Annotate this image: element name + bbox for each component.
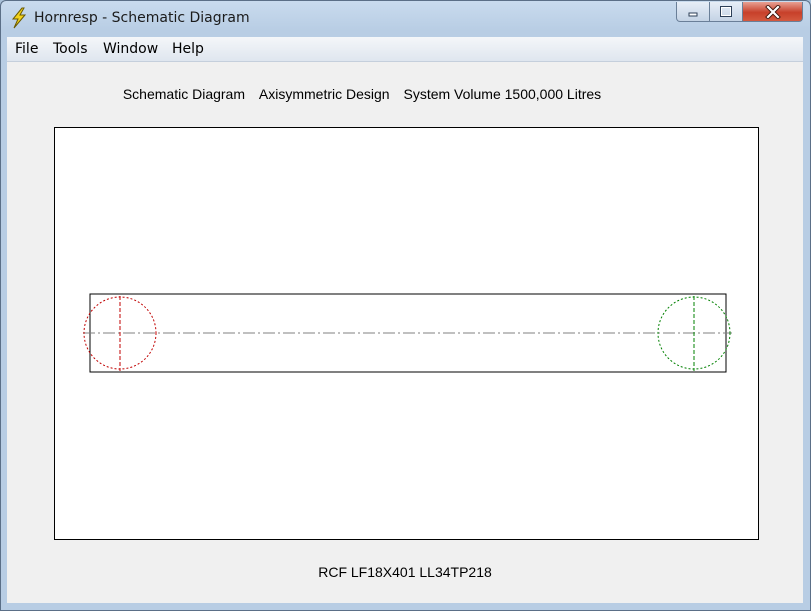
menu-file[interactable]: File xyxy=(15,41,38,57)
heading-system-volume: System Volume 1500,000 Litres xyxy=(403,86,602,102)
menu-tools[interactable]: Tools xyxy=(53,41,88,57)
schematic-diagram xyxy=(83,293,732,373)
driver-label: RCF LF18X401 LL34TP218 xyxy=(318,564,492,580)
menu-bar: File Tools Window Help xyxy=(7,37,803,62)
heading-title: Schematic Diagram xyxy=(122,86,245,102)
menu-help[interactable]: Help xyxy=(172,41,204,57)
maximize-button[interactable] xyxy=(710,2,743,22)
lightning-bolt-icon xyxy=(11,7,27,29)
application-window: Hornresp - Schematic Diagram File Tools … xyxy=(0,0,811,611)
minimize-icon xyxy=(688,12,698,16)
minimize-button[interactable] xyxy=(676,2,710,22)
schematic-diagram-frame xyxy=(54,127,759,540)
maximize-icon xyxy=(720,5,732,17)
close-button[interactable] xyxy=(743,2,803,22)
heading-design-type: Axisymmetric Design xyxy=(258,86,390,102)
menu-window[interactable]: Window xyxy=(103,41,158,57)
diagram-heading: Schematic Diagram Axisymmetric Design Sy… xyxy=(7,86,717,102)
title-bar[interactable]: Hornresp - Schematic Diagram xyxy=(1,1,810,35)
window-title: Hornresp - Schematic Diagram xyxy=(34,10,250,26)
client-area: Schematic Diagram Axisymmetric Design Sy… xyxy=(7,62,803,603)
close-icon xyxy=(764,4,781,19)
